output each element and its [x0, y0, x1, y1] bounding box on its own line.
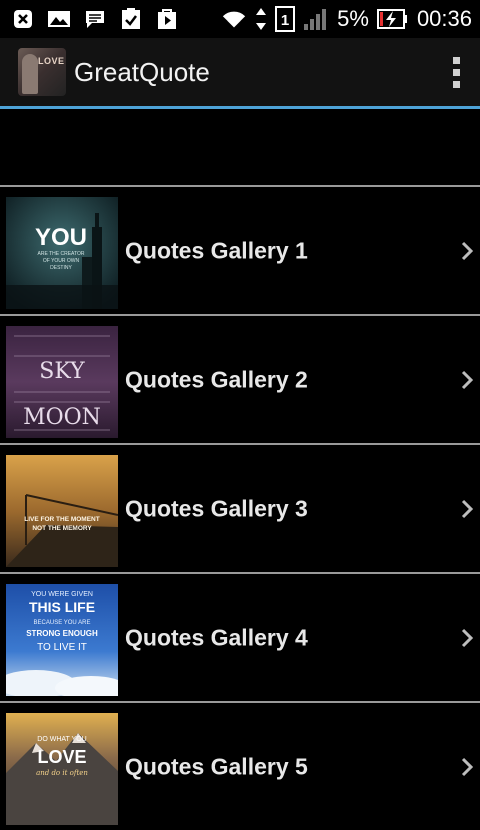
chevron-right-icon	[461, 241, 474, 260]
thumb-text-line: OF YOUR OWN	[43, 258, 80, 264]
thumb-text-line: BECAUSE YOU ARE	[34, 620, 91, 626]
list-item[interactable]: YOU ARE THE CREATOR OF YOUR OWN DESTINY …	[0, 185, 480, 314]
gallery-label: Quotes Gallery 1	[125, 237, 308, 263]
gallery-list: YOU ARE THE CREATOR OF YOUR OWN DESTINY …	[0, 185, 480, 830]
battery-percent: 5%	[337, 6, 369, 31]
gallery-thumbnail: LIVE FOR THE MOMENT NOT THE MEMORY	[6, 455, 118, 567]
thumb-text-main: SKY	[39, 359, 85, 384]
thumb-text-line: TO LIVE IT	[37, 642, 87, 653]
chevron-right-icon	[461, 499, 474, 518]
sim-1-icon: 1	[275, 6, 296, 32]
app-icon[interactable]: LOVE	[18, 48, 66, 96]
status-bar: 1 5% 00:36	[0, 0, 480, 38]
wifi-icon	[221, 6, 247, 32]
gallery-thumbnail: YOU WERE GIVEN THIS LIFE BECAUSE YOU ARE…	[6, 584, 118, 696]
notification-icons	[10, 6, 221, 32]
gallery-thumbnail: DO WHAT YOU LOVE and do it often	[6, 713, 118, 825]
battery-charging-icon	[376, 6, 409, 32]
thumb-text-line: LIVE FOR THE MOMENT	[24, 516, 100, 523]
image-notification-icon	[46, 6, 72, 32]
gallery-label: Quotes Gallery 4	[125, 624, 308, 650]
list-item[interactable]: LIVE FOR THE MOMENT NOT THE MEMORY Quote…	[0, 443, 480, 572]
chevron-right-icon	[461, 628, 474, 647]
close-notification-icon	[10, 6, 36, 32]
thumb-text-main: YOU	[35, 224, 87, 251]
app-icon-text: LOVE	[38, 56, 65, 66]
gallery-thumbnail: YOU ARE THE CREATOR OF YOUR OWN DESTINY	[6, 197, 118, 309]
list-item[interactable]: SKY MOON Quotes Gallery 2	[0, 314, 480, 443]
thumb-text-line: YOU WERE GIVEN	[31, 591, 93, 598]
gallery-thumbnail: SKY MOON	[6, 326, 118, 438]
thumb-text-line: DO WHAT YOU	[37, 736, 86, 743]
list-item[interactable]: DO WHAT YOU LOVE and do it often Quotes …	[0, 701, 480, 830]
data-arrows-icon	[255, 6, 267, 32]
thumb-text-line: NOT THE MEMORY	[32, 525, 92, 532]
thumb-text-main: MOON	[23, 405, 101, 430]
sim-label: 1	[281, 12, 289, 29]
thumb-text-line: STRONG ENOUGH	[26, 629, 98, 638]
chevron-right-icon	[461, 370, 474, 389]
system-status: 1 5% 00:36	[221, 6, 472, 32]
chevron-right-icon	[461, 757, 474, 776]
thumb-text-main: LOVE	[37, 747, 86, 767]
gallery-label: Quotes Gallery 2	[125, 366, 308, 392]
thumb-text-line: and do it often	[36, 769, 88, 777]
signal-icon	[303, 6, 329, 32]
app-icon-figure	[22, 54, 38, 94]
overflow-menu-icon[interactable]	[444, 52, 468, 92]
play-store-icon	[154, 6, 180, 32]
thumb-text-line: DESTINY	[50, 265, 72, 271]
thumb-text-line: ARE THE CREATOR	[38, 251, 85, 257]
thumb-text-main: THIS LIFE	[29, 599, 95, 615]
gallery-label: Quotes Gallery 5	[125, 753, 308, 779]
app-title: GreatQuote	[74, 56, 210, 87]
header-spacer	[0, 109, 480, 185]
list-item[interactable]: YOU WERE GIVEN THIS LIFE BECAUSE YOU ARE…	[0, 572, 480, 701]
message-notification-icon	[82, 6, 108, 32]
clock: 00:36	[416, 6, 472, 31]
task-done-icon	[118, 6, 144, 32]
gallery-label: Quotes Gallery 3	[125, 495, 308, 521]
action-bar: LOVE GreatQuote	[0, 38, 480, 106]
